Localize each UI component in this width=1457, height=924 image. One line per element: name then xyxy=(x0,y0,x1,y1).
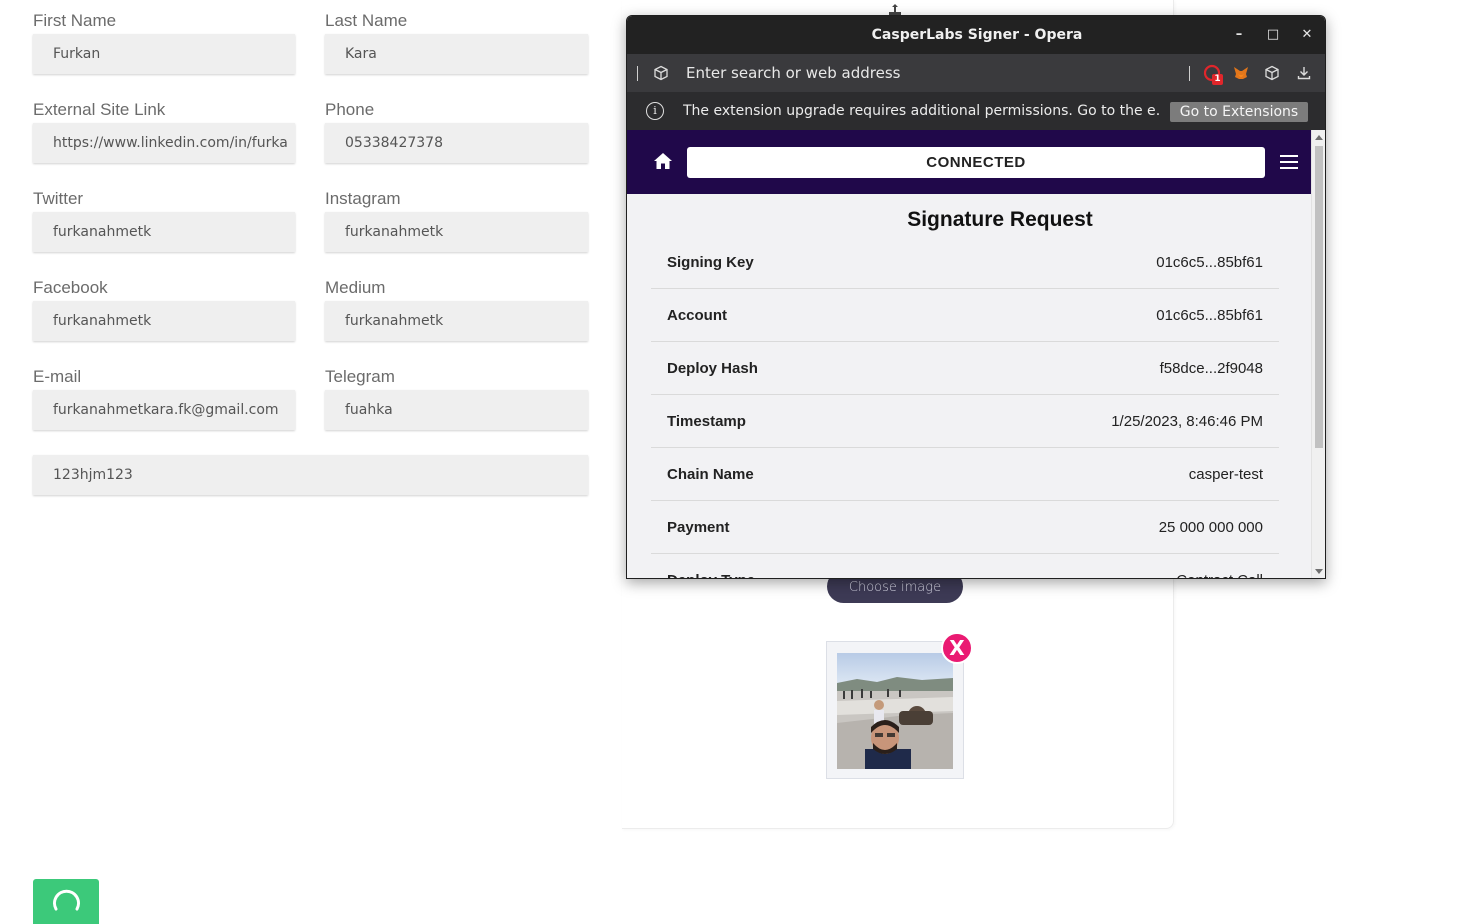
detail-value: 1/25/2023, 8:46:46 PM xyxy=(1111,413,1263,430)
extension-warning-icon[interactable]: 1 xyxy=(1203,64,1223,85)
detail-key: Signing Key xyxy=(667,254,754,271)
deploy-details-list: Signing Key 01c6c5...85bf61 Account 01c6… xyxy=(651,236,1279,578)
loading-spinner-icon xyxy=(53,889,80,911)
cube-icon xyxy=(654,65,668,81)
detail-value: f58dce...2f9048 xyxy=(1159,360,1263,377)
instagram-field[interactable]: furkanahmetk xyxy=(325,212,588,252)
detail-key: Account xyxy=(667,307,727,324)
last-name-label: Last Name xyxy=(325,11,408,30)
detail-value: 01c6c5...85bf61 xyxy=(1156,307,1263,324)
info-icon: i xyxy=(646,102,664,120)
extra-field[interactable]: 123hjm123 xyxy=(33,455,588,495)
instagram-label: Instagram xyxy=(325,189,401,208)
profile-image-preview xyxy=(826,641,964,779)
infobar-message: The extension upgrade requires additiona… xyxy=(683,103,1159,119)
detail-row-signing-key: Signing Key 01c6c5...85bf61 xyxy=(651,236,1279,289)
medium-label: Medium xyxy=(325,278,386,297)
scroll-down-arrow-icon[interactable] xyxy=(1315,569,1323,574)
detail-row-chain-name: Chain Name casper-test xyxy=(651,448,1279,501)
last-name-field[interactable]: Kara xyxy=(325,34,588,74)
extensions-cube-icon[interactable] xyxy=(1264,65,1280,81)
detail-key: Chain Name xyxy=(667,466,754,483)
window-title: CasperLabs Signer - Opera xyxy=(871,27,1083,43)
signer-popup-window: CasperLabs Signer - Opera – □ ✕ Enter se… xyxy=(626,15,1326,579)
popup-scrollbar[interactable] xyxy=(1311,130,1325,578)
facebook-label: Facebook xyxy=(33,278,108,297)
detail-key: Deploy Type xyxy=(667,554,755,578)
detail-key: Deploy Hash xyxy=(667,360,758,377)
detail-value: casper-test xyxy=(1188,466,1263,483)
address-divider-right xyxy=(1189,66,1190,81)
signer-app: CONNECTED Signature Request Signing Key … xyxy=(627,130,1311,578)
signature-request-title: Signature Request xyxy=(907,208,1093,231)
home-icon[interactable] xyxy=(653,152,673,170)
profile-photo xyxy=(837,653,953,769)
detail-row-timestamp: Timestamp 1/25/2023, 8:46:46 PM xyxy=(651,395,1279,448)
go-to-extensions-button[interactable]: Go to Extensions xyxy=(1170,102,1308,122)
twitter-label: Twitter xyxy=(33,189,84,208)
scrollbar-thumb[interactable] xyxy=(1315,146,1323,448)
address-divider xyxy=(637,66,638,81)
permission-infobar: i The extension upgrade requires additio… xyxy=(627,92,1325,130)
email-label: E-mail xyxy=(33,367,82,386)
detail-row-payment: Payment 25 000 000 000 xyxy=(651,501,1279,554)
detail-key: Timestamp xyxy=(667,413,746,430)
detail-row-account: Account 01c6c5...85bf61 xyxy=(651,289,1279,342)
phone-label: Phone xyxy=(325,100,375,119)
detail-row-deploy-hash: Deploy Hash f58dce...2f9048 xyxy=(651,342,1279,395)
twitter-field[interactable]: furkanahmetk xyxy=(33,212,295,252)
address-input[interactable]: Enter search or web address xyxy=(686,54,900,92)
detail-row-deploy-type: Deploy Type Contract Call xyxy=(651,554,1279,578)
remove-image-button[interactable]: X xyxy=(941,632,973,664)
minimize-button[interactable]: – xyxy=(1227,16,1251,54)
detail-value: 01c6c5...85bf61 xyxy=(1156,254,1263,271)
close-button[interactable]: ✕ xyxy=(1295,16,1319,54)
metamask-fox-icon[interactable] xyxy=(1233,65,1249,81)
hamburger-menu-icon[interactable] xyxy=(1280,155,1298,169)
phone-field[interactable]: 05338427378 xyxy=(325,123,588,163)
address-bar: Enter search or web address 1 xyxy=(627,54,1325,92)
detail-key: Payment xyxy=(667,519,730,536)
extension-badge: 1 xyxy=(1212,74,1223,85)
app-header: CONNECTED xyxy=(627,130,1311,194)
download-icon[interactable] xyxy=(1296,65,1312,81)
external-site-field[interactable]: https://www.linkedin.com/in/furka xyxy=(33,123,295,163)
detail-value: Contract Call xyxy=(1176,554,1263,578)
detail-value: 25 000 000 000 xyxy=(1158,519,1263,536)
scroll-up-arrow-icon[interactable] xyxy=(1315,135,1323,140)
facebook-field[interactable]: furkanahmetk xyxy=(33,301,295,341)
email-field[interactable]: furkanahmetkara.fk@gmail.com xyxy=(33,390,295,430)
telegram-label: Telegram xyxy=(325,367,395,386)
connection-status: CONNECTED xyxy=(687,147,1265,178)
medium-field[interactable]: furkanahmetk xyxy=(325,301,588,341)
submit-button[interactable] xyxy=(33,879,99,924)
first-name-field[interactable]: Furkan xyxy=(33,34,295,74)
maximize-button[interactable]: □ xyxy=(1261,16,1285,54)
window-titlebar[interactable]: CasperLabs Signer - Opera – □ ✕ xyxy=(627,16,1325,54)
telegram-field[interactable]: fuahka xyxy=(325,390,588,430)
external-site-label: External Site Link xyxy=(33,100,166,119)
first-name-label: First Name xyxy=(33,11,117,30)
